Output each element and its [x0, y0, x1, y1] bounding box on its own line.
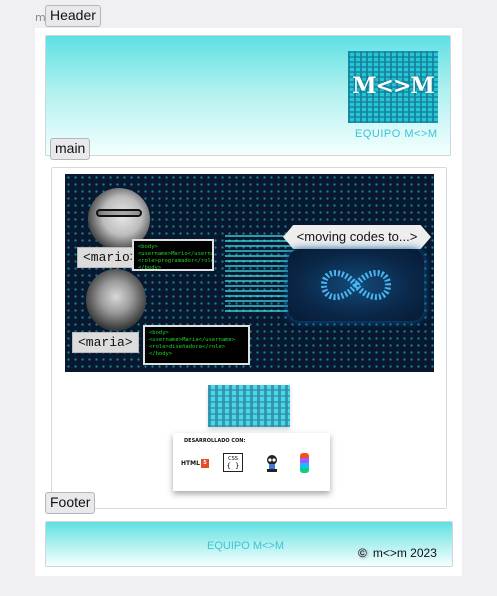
copyright: © m<>m 2023: [358, 546, 437, 560]
glasses-icon: [96, 209, 142, 217]
octocat-icon: [267, 455, 277, 472]
copyright-symbol: ©: [358, 546, 367, 560]
figma-icon: [298, 453, 310, 473]
maria-tag: <maria>: [72, 332, 139, 353]
developed-with-title: DESARROLLADO CON:: [184, 438, 246, 444]
css3-icon: CSS { }: [223, 453, 243, 472]
maria-photo: [86, 269, 146, 331]
header-team-name: EQUIPO M<>M: [355, 128, 438, 140]
qr-code-icon[interactable]: [208, 385, 290, 427]
footer-team-name: EQUIPO M<>M: [207, 540, 285, 552]
mm-logo-icon[interactable]: M<>M: [348, 51, 438, 123]
logo-text: M<>M: [352, 73, 435, 99]
infinity-icon: [320, 270, 392, 300]
html5-icon: HTML 5: [181, 453, 209, 473]
copyright-text: m<>m 2023: [372, 546, 437, 560]
maria-code-box: <body> <username>Maria</username> <role>…: [143, 325, 250, 365]
footer-label: Footer: [45, 492, 96, 514]
infinity-card: [288, 249, 424, 321]
html5-shield-icon: 5: [200, 458, 209, 468]
developed-with-card: DESARROLLADO CON: HTML 5 CSS { }: [173, 433, 330, 491]
qr-pattern: [208, 385, 290, 427]
main-label: main: [50, 138, 91, 160]
header-label: Header: [45, 5, 101, 27]
css-brace: { }: [226, 461, 240, 470]
mario-code-box: <body> <username>Mario</username> <role>…: [132, 239, 214, 271]
github-icon: [263, 453, 281, 473]
html-label: HTML: [181, 459, 200, 467]
moving-codes-tag: <moving codes to...>: [283, 225, 431, 249]
